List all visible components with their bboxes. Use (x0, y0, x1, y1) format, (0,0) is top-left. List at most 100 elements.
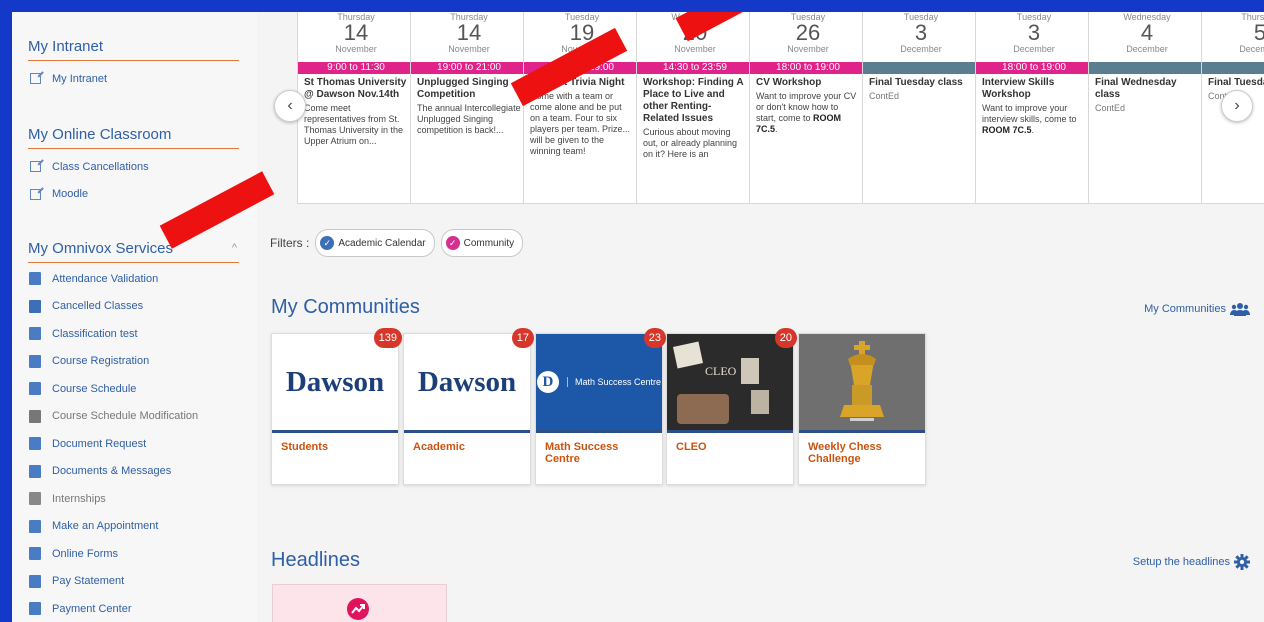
event-title: Final Wednesday class (1095, 77, 1177, 100)
headline-card[interactable] (272, 584, 447, 622)
carousel-prev-button[interactable]: ‹ (274, 90, 306, 122)
trending-icon (347, 598, 369, 620)
people-icon (28, 519, 42, 533)
sidebar-item-course-registration[interactable]: Course Registration (28, 348, 239, 376)
photo-card (741, 358, 759, 384)
event-card[interactable]: Thursday 14 November 19:00 to 21:00 Unplugge… (410, 12, 528, 204)
sidebar-item-classification-test[interactable]: Classification test (28, 320, 239, 348)
event-day: 19 (569, 20, 595, 45)
event-time: 19:00 to 21:00 (411, 62, 527, 74)
dawson-d-logo-icon: D (536, 371, 559, 393)
event-body: Interview Skills Workshop Want to improve… (976, 74, 1092, 139)
event-card[interactable]: Tuesday19November17:00 to 19:00Student T… (523, 12, 641, 204)
event-description: The annual Intercollegiate Unplugged Sin… (417, 103, 521, 136)
event-card[interactable]: Tuesday 3 December 18:00 to 19:00 Interview … (975, 12, 1093, 204)
sidebar-item-make-an-appointment[interactable]: Make an Appointment (28, 513, 239, 541)
community-card-chess[interactable]: Weekly Chess Challenge (798, 333, 926, 485)
person-icon (28, 272, 42, 286)
community-card-cleo[interactable]: CLEO CLEO 20 (666, 328, 797, 485)
sidebar-item-label: Classification test (52, 327, 138, 340)
event-body: Final Tuesday class ContEd (863, 74, 979, 105)
community-card-academic[interactable]: Dawson Academic 17 (403, 328, 534, 485)
event-date: Tuesday 3 December (863, 12, 979, 62)
event-card[interactable]: Thursday 14 November 9:00 to 11:30 St Thomas… (297, 12, 415, 204)
event-time: 9:00 to 11:30 (298, 62, 414, 74)
event-description-text: Come meet representatives from St. Thoma… (304, 103, 404, 146)
carousel-next-button[interactable]: › (1221, 90, 1253, 122)
event-body: Unplugged Singing Competition The annual … (411, 74, 527, 139)
sidebar-item-online-forms[interactable]: Online Forms (28, 540, 239, 568)
event-description-text: Want to improve your CV or don't know ho… (756, 91, 857, 123)
sidebar-item-documents-messages[interactable]: Documents & Messages (28, 458, 239, 486)
sticky-note (672, 341, 704, 369)
communities-title: My Communities (271, 296, 420, 318)
notification-badge: 20 (774, 328, 797, 348)
filter-chip-academic-calendar[interactable]: ✓ Academic Calendar (315, 229, 435, 257)
sidebar: My Intranet My Intranet My Online Classr… (12, 12, 257, 622)
community-card-math-success[interactable]: D Math Success Centre Math Success Centr… (535, 328, 666, 485)
sidebar-item-label: Course Registration (52, 355, 150, 368)
sidebar-item-course-schedule-modification[interactable]: Course Schedule Modification (28, 403, 239, 431)
document-icon (28, 327, 42, 341)
event-description-text: The annual Intercollegiate Unplugged Sin… (417, 103, 521, 135)
event-room: ROOM 7C.5 (982, 125, 1032, 135)
community-name: CLEO (667, 430, 793, 461)
event-description: Want to improve your CV or don't know ho… (756, 91, 857, 134)
event-description: ContEd (1095, 103, 1199, 114)
event-card[interactable]: Tuesday 3 December Final Tuesday class ContE… (862, 12, 980, 204)
document-edit-icon (28, 354, 42, 368)
event-description-text: ContEd (869, 91, 900, 101)
event-title: Unplugged Singing Competition (417, 77, 509, 100)
chevron-left-icon: ‹ (287, 97, 293, 114)
logo-text: Math Success Centre (566, 377, 661, 387)
sidebar-section-classroom: My Online Classroom Class Cancellations … (28, 126, 239, 208)
sidebar-item-label: Document Request (52, 437, 147, 450)
event-day: 14 (456, 20, 482, 45)
sidebar-item-label: Cancelled Classes (52, 300, 144, 313)
sidebar-item-class-cancellations[interactable]: Class Cancellations (28, 153, 239, 181)
sidebar-item-internships[interactable]: Internships (28, 485, 239, 513)
event-day: 26 (795, 20, 821, 45)
receipt-icon (28, 602, 42, 616)
link-label: My Communities (1144, 303, 1226, 315)
sidebar-item-label: Attendance Validation (52, 272, 159, 285)
my-communities-link[interactable]: My Communities (1144, 302, 1250, 316)
card-icon (28, 574, 42, 588)
schedule-edit-icon (28, 409, 42, 423)
chevron-right-icon: › (1234, 97, 1240, 114)
sidebar-item-payment-center[interactable]: Payment Center (28, 595, 239, 622)
sidebar-item-my-intranet[interactable]: My Intranet (28, 65, 239, 93)
event-card[interactable]: Tuesday 26 November 18:00 to 19:00 CV Worksh… (749, 12, 867, 204)
sidebar-item-pay-statement[interactable]: Pay Statement (28, 568, 239, 596)
sidebar-heading-classroom: My Online Classroom (28, 126, 239, 149)
event-card[interactable]: Wednesday 4 December Final Wednesday class C… (1088, 12, 1206, 204)
event-day: 3 (1027, 20, 1041, 45)
external-link-icon (28, 187, 42, 201)
filter-chip-label: Academic Calendar (338, 237, 426, 249)
cleo-logo-text: CLEO (705, 364, 737, 378)
external-link-icon (28, 72, 42, 86)
sidebar-heading-label: My Omnivox Services (28, 240, 174, 257)
sidebar-item-attendance-validation[interactable]: Attendance Validation (28, 265, 239, 293)
community-card-students[interactable]: Dawson Students 139 (271, 328, 402, 485)
community-logo: Dawson (404, 334, 530, 430)
external-link-icon (28, 160, 42, 174)
filter-chip-community[interactable]: ✓ Community (440, 229, 524, 257)
form-icon (28, 547, 42, 561)
sidebar-heading-intranet: My Intranet (28, 38, 239, 61)
sidebar-item-cancelled-classes[interactable]: Cancelled Classes (28, 293, 239, 321)
event-card[interactable]: Wednesday20November14:30 to 23:59Worksho… (636, 12, 754, 204)
event-time: 14:30 to 23:59 (637, 62, 753, 74)
community-name: Weekly Chess Challenge (799, 430, 925, 473)
link-label: Setup the headlines (1132, 556, 1230, 568)
notification-badge: 17 (511, 328, 534, 348)
collapse-chevron-icon[interactable]: ^ (232, 242, 237, 254)
event-description: Come meet representatives from St. Thoma… (304, 103, 408, 147)
event-date: Thursday 14 November (298, 12, 414, 62)
sidebar-section-intranet: My Intranet My Intranet (28, 38, 239, 93)
sidebar-item-label: Course Schedule Modification (52, 410, 199, 423)
setup-headlines-link[interactable]: Setup the headlines (1133, 554, 1250, 570)
sidebar-item-course-schedule[interactable]: Course Schedule (28, 375, 239, 403)
sidebar-item-label: Make an Appointment (52, 520, 159, 533)
sidebar-item-document-request[interactable]: Document Request (28, 430, 239, 458)
